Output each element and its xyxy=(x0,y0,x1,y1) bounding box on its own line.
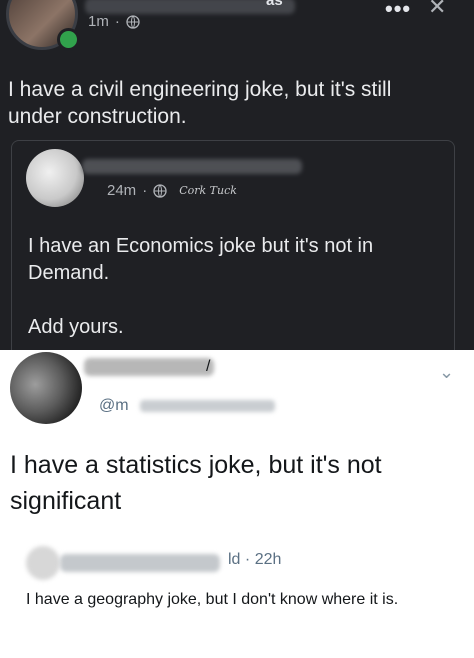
facebook-post-section: as 1m · ••• ✕ I have a civil engineering… xyxy=(0,0,474,371)
reply-time[interactable]: 22h xyxy=(255,551,282,568)
tweet-text: I have a statistics joke, but it's not s… xyxy=(10,451,382,515)
avatar[interactable] xyxy=(10,352,82,424)
post-meta: 1m · xyxy=(88,13,140,30)
redacted-reply-author[interactable] xyxy=(60,554,220,572)
tweet-handle[interactable]: @m xyxy=(99,397,129,415)
post-text: I have a civil engineering joke, but it'… xyxy=(8,78,392,128)
shared-post[interactable]: 24m · Cork Tuck I have an Economics joke… xyxy=(11,140,455,371)
redacted-author-name[interactable] xyxy=(85,0,295,14)
reply-text: I have a geography joke, but I don't kno… xyxy=(26,591,399,608)
redacted-display-name[interactable] xyxy=(84,358,214,376)
reply-name-fragment: ld xyxy=(228,551,241,568)
display-name-fragment: / xyxy=(206,358,211,375)
post-time[interactable]: 1m xyxy=(88,13,109,30)
tweet-section: / @m ⌄ I have a statistics joke, but it'… xyxy=(0,350,474,658)
add-yours-text[interactable]: Add yours. xyxy=(28,316,124,339)
shared-post-time[interactable]: 24m xyxy=(107,182,136,199)
shared-post-text: I have an Economics joke but it's not in… xyxy=(28,235,374,284)
more-dots-icon[interactable]: ••• xyxy=(385,0,411,22)
author-name-fragment: as xyxy=(266,0,283,9)
redacted-shared-author[interactable] xyxy=(82,159,302,174)
close-icon[interactable]: ✕ xyxy=(428,0,446,20)
shared-post-meta: 24m · Cork Tuck xyxy=(107,182,237,199)
redacted-handle xyxy=(140,400,275,412)
signature-text: Cork Tuck xyxy=(179,184,237,197)
globe-icon xyxy=(126,14,140,29)
shared-avatar[interactable] xyxy=(26,149,84,207)
chevron-down-icon[interactable]: ⌄ xyxy=(439,362,454,383)
online-status-indicator xyxy=(57,28,80,51)
reply-meta: ld · 22h xyxy=(228,551,282,568)
reply-avatar[interactable] xyxy=(26,546,60,580)
globe-icon xyxy=(153,183,167,198)
